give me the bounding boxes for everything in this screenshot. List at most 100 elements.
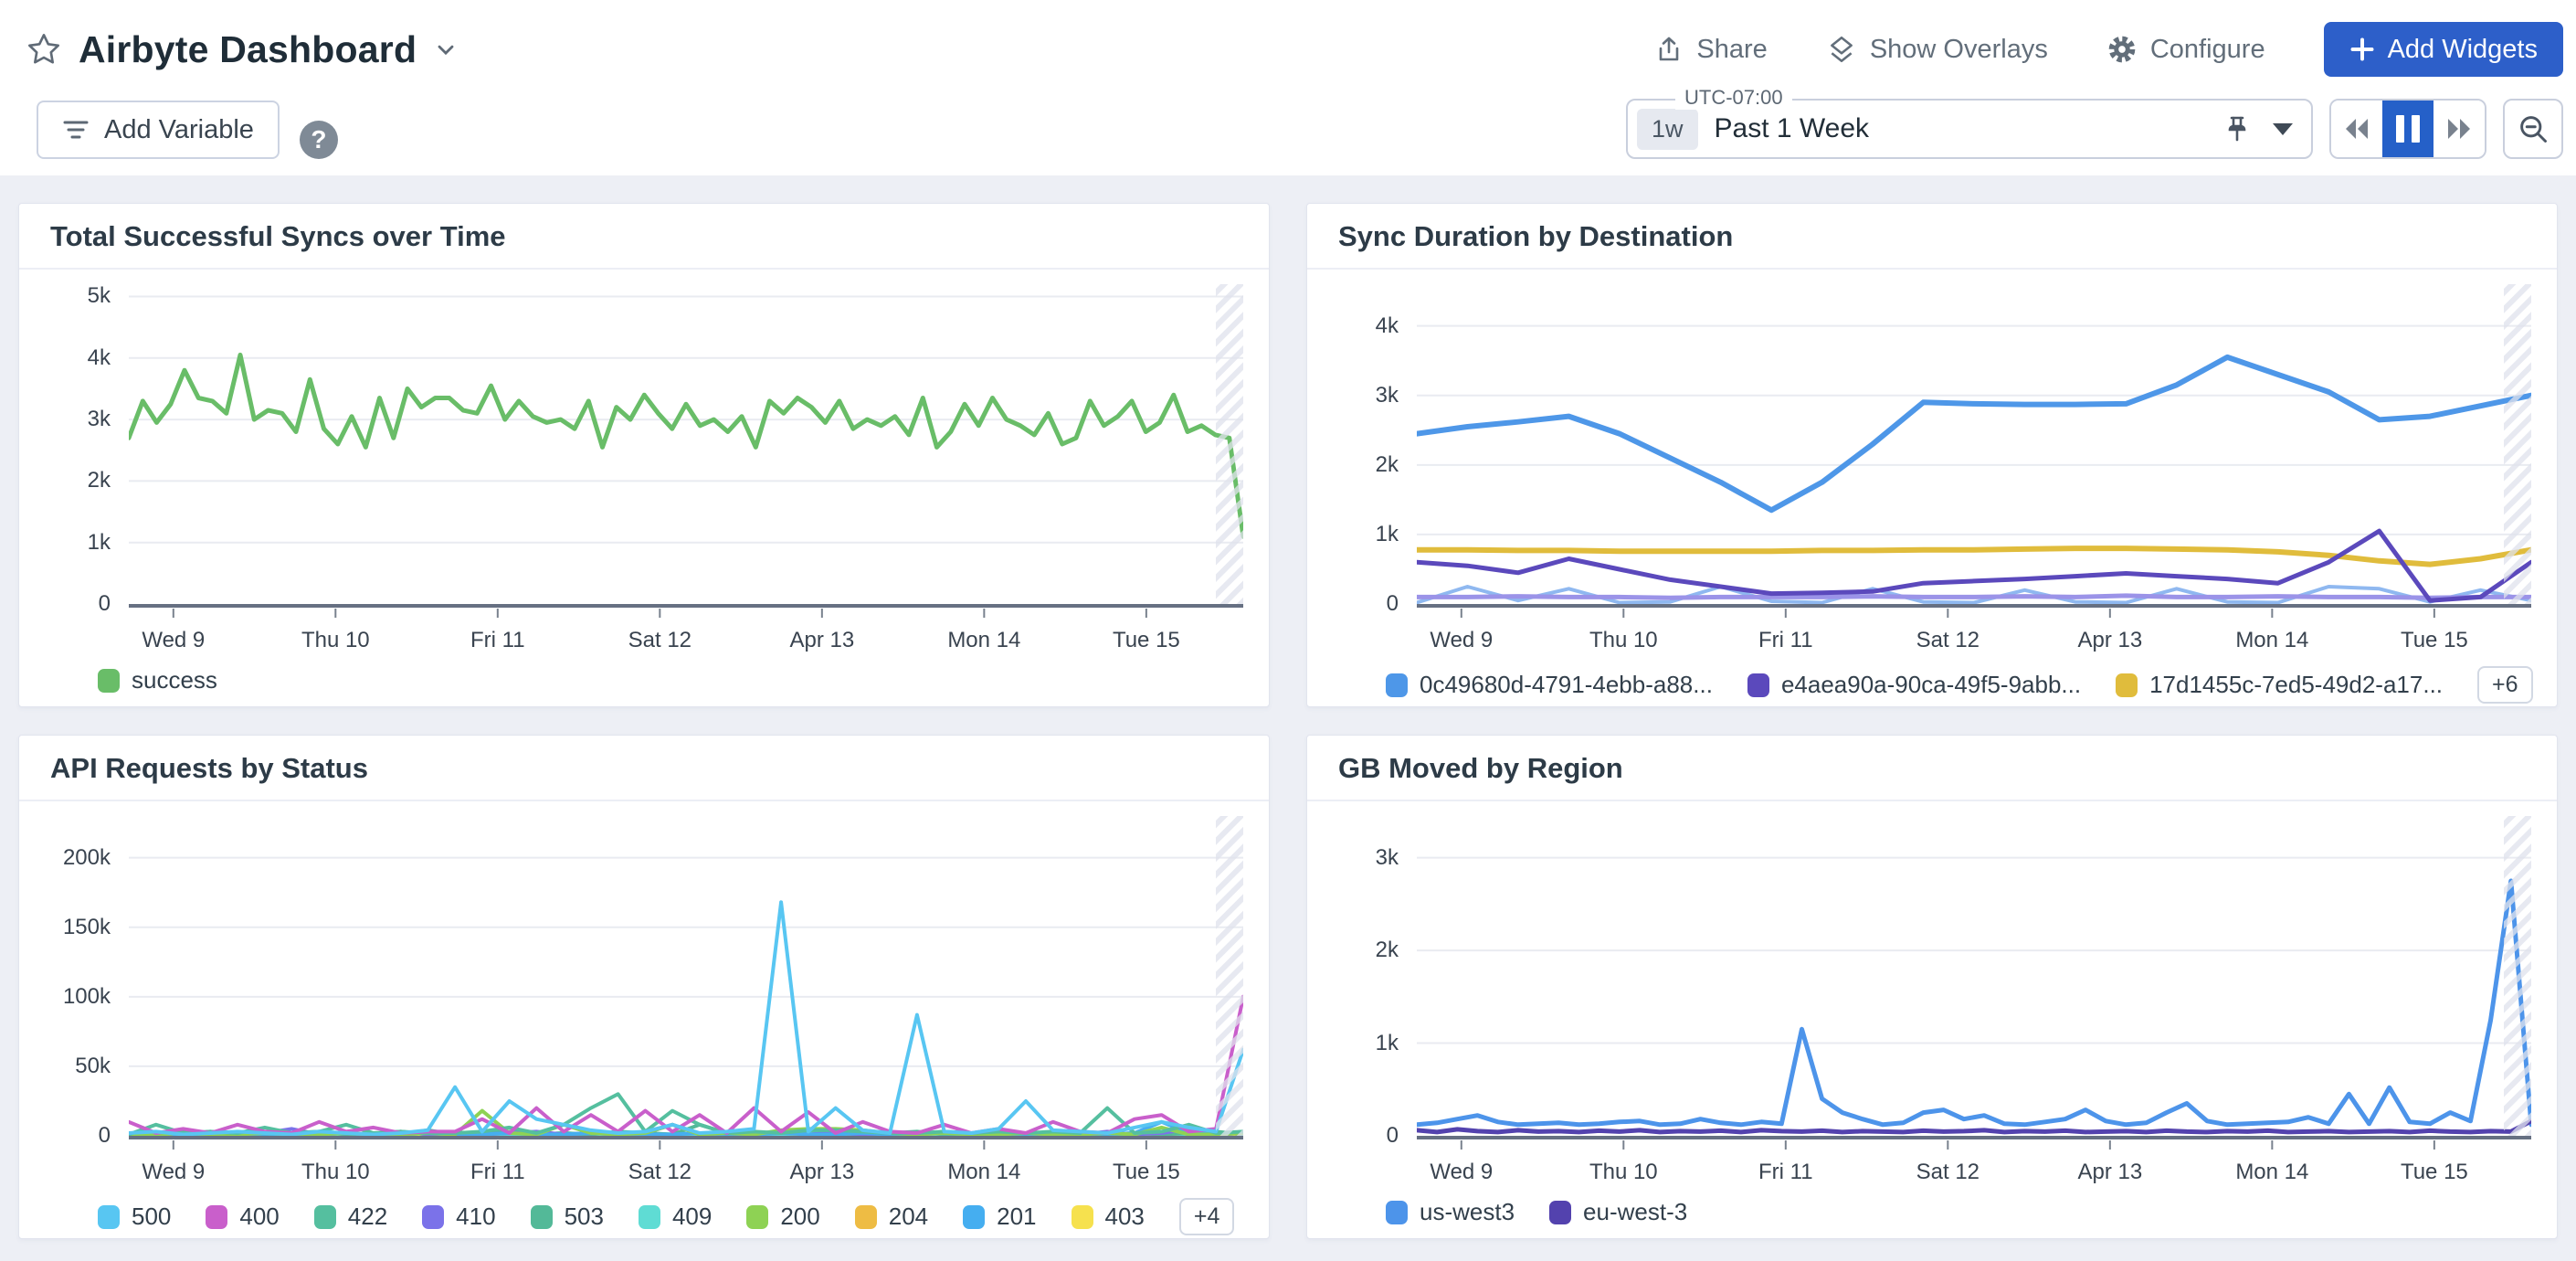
- widget-title[interactable]: API Requests by Status: [19, 736, 1269, 801]
- legend-item[interactable]: 0c49680d-4791-4ebb-a88...: [1386, 671, 1713, 699]
- x-tick-label: Mon 14: [920, 1160, 1048, 1185]
- y-tick-label: 200k: [19, 845, 111, 871]
- pause-button[interactable]: [2382, 101, 2433, 157]
- time-range-picker[interactable]: UTC-07:00 1w Past 1 Week: [1626, 99, 2313, 159]
- add-widgets-button[interactable]: Add Widgets: [2324, 22, 2563, 77]
- legend-swatch: [2116, 673, 2138, 697]
- caret-down-icon[interactable]: [2273, 123, 2293, 135]
- x-axis: Wed 9Thu 10Fri 11Sat 12Apr 13Mon 14Tue 1…: [129, 1152, 1243, 1192]
- y-tick-label: 0: [1307, 1123, 1399, 1149]
- y-tick-label: 100k: [19, 984, 111, 1010]
- chart-canvas[interactable]: [1417, 284, 2531, 620]
- legend-swatch: [855, 1205, 877, 1229]
- widget-title[interactable]: Total Successful Syncs over Time: [19, 204, 1269, 270]
- legend-item[interactable]: 204: [855, 1203, 928, 1231]
- chart-canvas[interactable]: [1417, 816, 2531, 1152]
- legend-item[interactable]: 500: [98, 1203, 171, 1231]
- legend-item[interactable]: 422: [314, 1203, 387, 1231]
- legend-item[interactable]: 409: [639, 1203, 712, 1231]
- legend-label: e4aea90a-90ca-49f5-9abb...: [1781, 671, 2081, 699]
- legend-label: us-west3: [1420, 1198, 1515, 1226]
- legend-label: success: [132, 666, 217, 694]
- star-icon[interactable]: [26, 31, 62, 68]
- playback-controls: [2329, 99, 2486, 159]
- fast-forward-button[interactable]: [2433, 101, 2485, 157]
- y-tick-label: 50k: [19, 1054, 111, 1079]
- series-500: [129, 902, 1243, 1134]
- plus-icon: [2349, 37, 2375, 62]
- legend-label: 200: [780, 1203, 819, 1231]
- x-tick-label: Sat 12: [1884, 1160, 2011, 1185]
- legend-item[interactable]: 201: [963, 1203, 1036, 1231]
- series-success: [129, 355, 1243, 536]
- legend-item[interactable]: 403: [1072, 1203, 1145, 1231]
- add-variable-button[interactable]: Add Variable: [37, 101, 280, 159]
- legend-item[interactable]: eu-west-3: [1549, 1198, 1687, 1226]
- dashboard-header: Airbyte Dashboard Share Show Overlays: [0, 0, 2576, 175]
- legend-item[interactable]: 400: [206, 1203, 279, 1231]
- legend-label: eu-west-3: [1583, 1198, 1687, 1226]
- legend: success: [19, 661, 1269, 694]
- legend-label: 0c49680d-4791-4ebb-a88...: [1420, 671, 1713, 699]
- zoom-out-button[interactable]: [2503, 99, 2563, 159]
- legend-swatch: [422, 1205, 444, 1229]
- x-tick-label: Thu 10: [271, 628, 399, 653]
- y-tick-label: 150k: [19, 915, 111, 940]
- plot-area[interactable]: [1417, 816, 2531, 1152]
- legend-item[interactable]: 410: [422, 1203, 495, 1231]
- legend-label: 400: [239, 1203, 279, 1231]
- x-axis: Wed 9Thu 10Fri 11Sat 12Apr 13Mon 14Tue 1…: [1417, 1152, 2531, 1192]
- legend-swatch: [963, 1205, 985, 1229]
- series-0c49680d-4791-4ebb-a88...: [1417, 357, 2531, 510]
- share-button[interactable]: Share: [1654, 35, 1767, 65]
- legend-label: 403: [1105, 1203, 1145, 1231]
- widget-title[interactable]: Sync Duration by Destination: [1307, 204, 2557, 270]
- widget-title[interactable]: GB Moved by Region: [1307, 736, 2557, 801]
- chevron-down-icon[interactable]: [433, 37, 459, 62]
- legend-label: 500: [132, 1203, 171, 1231]
- y-tick-label: 5k: [19, 283, 111, 309]
- plot-area[interactable]: [129, 816, 1243, 1152]
- x-tick-label: Fri 11: [1722, 1160, 1850, 1185]
- y-tick-label: 1k: [19, 530, 111, 556]
- legend-item[interactable]: 200: [746, 1203, 819, 1231]
- y-tick-label: 3k: [19, 407, 111, 432]
- timezone-label: UTC-07:00: [1675, 86, 1792, 110]
- rewind-icon: [2343, 117, 2370, 141]
- x-tick-label: Thu 10: [1559, 628, 1687, 653]
- legend-swatch: [98, 669, 120, 693]
- gear-icon: [2106, 34, 2138, 65]
- legend-swatch: [206, 1205, 227, 1229]
- x-tick-label: Wed 9: [1398, 1160, 1526, 1185]
- chart-canvas[interactable]: [129, 816, 1243, 1152]
- legend-swatch: [639, 1205, 660, 1229]
- range-badge: 1w: [1637, 109, 1698, 150]
- x-tick-label: Sat 12: [1884, 628, 2011, 653]
- x-tick-label: Apr 13: [2046, 628, 2174, 653]
- rewind-button[interactable]: [2331, 101, 2382, 157]
- show-overlays-button[interactable]: Show Overlays: [1826, 34, 2048, 65]
- x-tick-label: Wed 9: [110, 1160, 238, 1185]
- legend-item[interactable]: 503: [531, 1203, 604, 1231]
- x-tick-label: Mon 14: [2208, 1160, 2336, 1185]
- configure-button[interactable]: Configure: [2106, 34, 2265, 65]
- chart-canvas[interactable]: [129, 284, 1243, 620]
- widget-total-successful-syncs: Total Successful Syncs over Time Wed 9Th…: [18, 203, 1270, 707]
- legend-item[interactable]: us-west3: [1386, 1198, 1515, 1226]
- legend-item[interactable]: 17d1455c-7ed5-49d2-a17...: [2116, 671, 2443, 699]
- series-lightblue-minor: [1417, 587, 2531, 603]
- legend-overflow-chip[interactable]: +4: [1179, 1198, 1235, 1235]
- y-tick-label: 2k: [19, 468, 111, 493]
- x-tick-label: Wed 9: [1398, 628, 1526, 653]
- plot-area[interactable]: [129, 284, 1243, 620]
- y-tick-label: 3k: [1307, 383, 1399, 408]
- legend-item[interactable]: success: [98, 666, 217, 694]
- page-title[interactable]: Airbyte Dashboard: [79, 28, 417, 71]
- legend-swatch: [746, 1205, 768, 1229]
- help-icon[interactable]: ?: [300, 121, 338, 159]
- legend-label: 17d1455c-7ed5-49d2-a17...: [2149, 671, 2443, 699]
- plot-area[interactable]: [1417, 284, 2531, 620]
- legend-item[interactable]: e4aea90a-90ca-49f5-9abb...: [1747, 671, 2081, 699]
- pin-icon[interactable]: [2223, 114, 2251, 143]
- legend-overflow-chip[interactable]: +6: [2477, 666, 2533, 704]
